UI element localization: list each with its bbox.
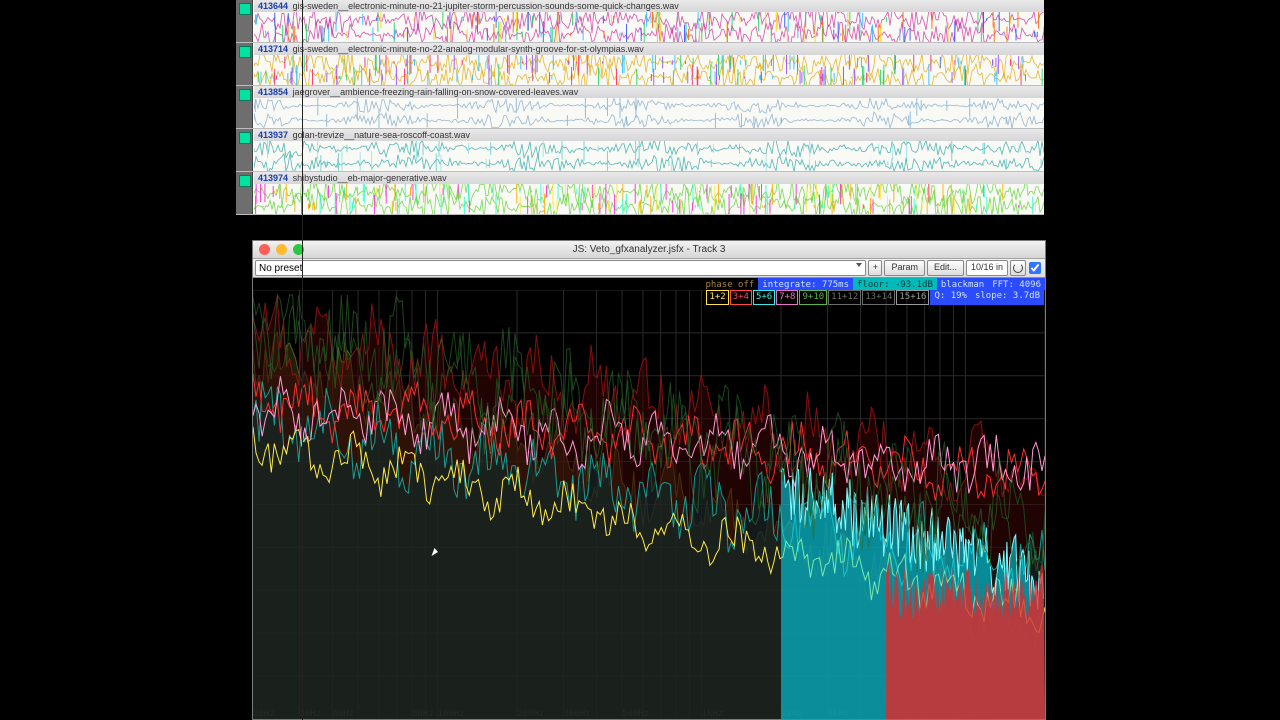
track-row[interactable]: 413644 gis-sweden__electronic-minute-no-… [236, 0, 1044, 43]
track-gutter[interactable] [236, 86, 253, 128]
clip-id: 413854 [258, 87, 288, 97]
clip-id: 413644 [258, 1, 288, 11]
slope-readout: slope: 3.7dB [971, 290, 1044, 305]
io-readout[interactable]: 10/16 in [966, 260, 1008, 276]
clip-name: gis-sweden__electronic-minute-no-22-anal… [293, 44, 644, 54]
chan-pair[interactable]: 9+10 [799, 290, 827, 305]
chan-pair[interactable]: 1+2 [706, 290, 728, 305]
chan-pair[interactable]: 15+16 [896, 290, 929, 305]
clip-id: 413937 [258, 130, 288, 140]
clip-name: golan-trevize__nature-sea-roscoff-coast.… [293, 130, 470, 140]
track-gutter[interactable] [236, 172, 253, 214]
chan-pair[interactable]: 3+4 [730, 290, 752, 305]
track-gutter[interactable] [236, 43, 253, 85]
add-preset-button[interactable]: + [868, 260, 882, 276]
waveform[interactable] [254, 12, 1044, 42]
waveform[interactable] [254, 55, 1044, 85]
q-readout: Q: 19% [930, 290, 971, 305]
chan-pair[interactable]: 11+12 [828, 290, 861, 305]
titlebar[interactable]: JS: Veto_gfxanalyzer.jsfx - Track 3 [253, 241, 1045, 259]
chan-pair[interactable]: 5+6 [753, 290, 775, 305]
playhead[interactable] [302, 0, 303, 720]
chevron-down-icon [856, 263, 862, 267]
track-row[interactable]: 413854 jaegrover__ambience-freezing-rain… [236, 86, 1044, 129]
waveform[interactable] [254, 98, 1044, 128]
track-row[interactable]: 413937 golan-trevize__nature-sea-roscoff… [236, 129, 1044, 172]
clip-id: 413714 [258, 44, 288, 54]
track-gutter[interactable] [236, 129, 253, 171]
fx-window: JS: Veto_gfxanalyzer.jsfx - Track 3 No p… [252, 240, 1046, 720]
track-row[interactable]: 413974 shibystudio__eb-major-generative.… [236, 172, 1044, 215]
clip-name: shibystudio__eb-major-generative.wav [293, 173, 447, 183]
fx-enabled-checkbox[interactable] [1029, 262, 1041, 274]
waveform[interactable] [254, 141, 1044, 171]
refresh-icon[interactable] [1010, 260, 1026, 276]
track-gutter[interactable] [236, 0, 253, 42]
clip-id: 413974 [258, 173, 288, 183]
preset-value: No preset [259, 263, 302, 274]
spectrum-display[interactable]: 20Hz30Hz40Hz80Hz100Hz200Hz300Hz500Hz1kHz… [253, 290, 1045, 719]
track-row[interactable]: 413714 gis-sweden__electronic-minute-no-… [236, 43, 1044, 86]
chan-pair[interactable]: 7+8 [776, 290, 798, 305]
chan-pair[interactable]: 13+14 [862, 290, 895, 305]
param-button[interactable]: Param [884, 260, 925, 276]
window-title: JS: Veto_gfxanalyzer.jsfx - Track 3 [253, 241, 1045, 258]
waveform[interactable] [254, 184, 1044, 214]
clip-name: gis-sweden__electronic-minute-no-21-jupi… [293, 1, 679, 11]
fx-toolbar: No preset + Param Edit... 10/16 in [253, 259, 1045, 278]
clip-name: jaegrover__ambience-freezing-rain-fallin… [293, 87, 579, 97]
preset-dropdown[interactable]: No preset [255, 260, 866, 276]
edit-button[interactable]: Edit... [927, 260, 964, 276]
